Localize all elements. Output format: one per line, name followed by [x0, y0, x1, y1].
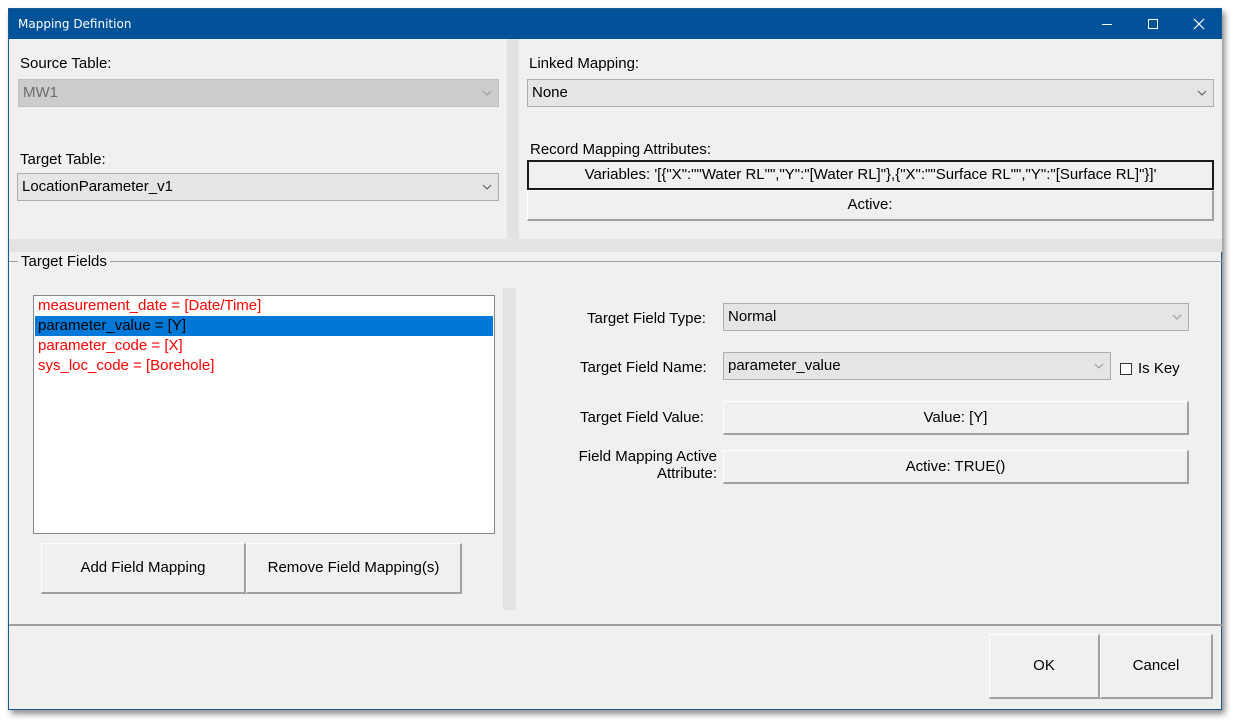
target-field-value-label: Target Field Value:	[580, 409, 704, 426]
field-mapping-active-label-line2: Attribute:	[656, 465, 717, 482]
minimize-button[interactable]	[1084, 9, 1130, 39]
is-key-label: Is Key	[1138, 360, 1180, 377]
source-table-value: MW1	[23, 84, 58, 101]
target-field-name-value: parameter_value	[728, 357, 841, 374]
chevron-down-icon	[1094, 363, 1104, 369]
chevron-down-icon	[482, 184, 492, 190]
record-active-button[interactable]: Active:	[527, 190, 1214, 221]
field-mapping-active-button[interactable]: Active: TRUE()	[723, 450, 1189, 484]
is-key-checkbox[interactable]	[1120, 363, 1132, 375]
target-field-name-label: Target Field Name:	[580, 359, 707, 376]
record-mapping-attributes-label: Record Mapping Attributes:	[530, 141, 711, 158]
target-field-name-select[interactable]: parameter_value	[723, 352, 1111, 380]
maximize-button[interactable]	[1130, 9, 1176, 39]
list-item[interactable]: parameter_code = [X]	[34, 336, 494, 356]
list-item-selected[interactable]: parameter_value = [Y]	[35, 316, 493, 336]
source-table-select: MW1	[18, 79, 499, 107]
mapping-definition-window: Mapping Definition Source Table: MW1 Tar…	[8, 8, 1222, 710]
footer-separator	[9, 625, 1222, 626]
linked-mapping-label: Linked Mapping:	[529, 55, 640, 72]
chevron-down-icon	[482, 90, 492, 96]
field-mapping-active-label-line1: Field Mapping Active	[578, 448, 717, 465]
add-field-mapping-button[interactable]: Add Field Mapping	[41, 543, 246, 594]
ok-button[interactable]: OK	[989, 634, 1100, 699]
target-field-type-label: Target Field Type:	[587, 310, 706, 327]
field-mapping-active-label: Field Mapping Active Attribute:	[549, 448, 717, 482]
close-button[interactable]	[1176, 9, 1222, 39]
linked-mapping-select[interactable]: None	[527, 79, 1214, 107]
close-icon	[1193, 18, 1205, 30]
title-bar[interactable]: Mapping Definition	[9, 9, 1221, 39]
cancel-button[interactable]: Cancel	[1100, 634, 1213, 699]
target-field-type-select[interactable]: Normal	[723, 303, 1189, 331]
source-table-label: Source Table:	[20, 55, 112, 72]
target-table-label: Target Table:	[20, 151, 106, 168]
maximize-icon	[1147, 18, 1159, 30]
variables-button[interactable]: Variables: '[{"X":""Water RL"","Y":"[Wat…	[527, 160, 1214, 190]
chevron-down-icon	[1172, 314, 1182, 320]
chevron-down-icon	[1197, 90, 1207, 96]
target-field-value-button[interactable]: Value: [Y]	[723, 401, 1189, 435]
minimize-icon	[1101, 18, 1113, 30]
vertical-splitter[interactable]	[507, 39, 519, 239]
target-field-type-value: Normal	[728, 308, 777, 325]
target-fields-title: Target Fields	[18, 253, 110, 270]
list-item[interactable]: sys_loc_code = [Borehole]	[34, 356, 494, 376]
remove-field-mapping-button[interactable]: Remove Field Mapping(s)	[246, 543, 462, 594]
target-table-value: LocationParameter_v1	[22, 178, 173, 195]
linked-mapping-value: None	[532, 84, 568, 101]
list-item[interactable]: measurement_date = [Date/Time]	[34, 296, 494, 316]
horizontal-splitter[interactable]	[9, 239, 1222, 252]
target-table-select[interactable]: LocationParameter_v1	[17, 173, 499, 201]
target-fields-list[interactable]: measurement_date = [Date/Time] parameter…	[33, 295, 495, 534]
window-title: Mapping Definition	[18, 17, 132, 31]
field-editor-splitter[interactable]	[503, 288, 516, 610]
